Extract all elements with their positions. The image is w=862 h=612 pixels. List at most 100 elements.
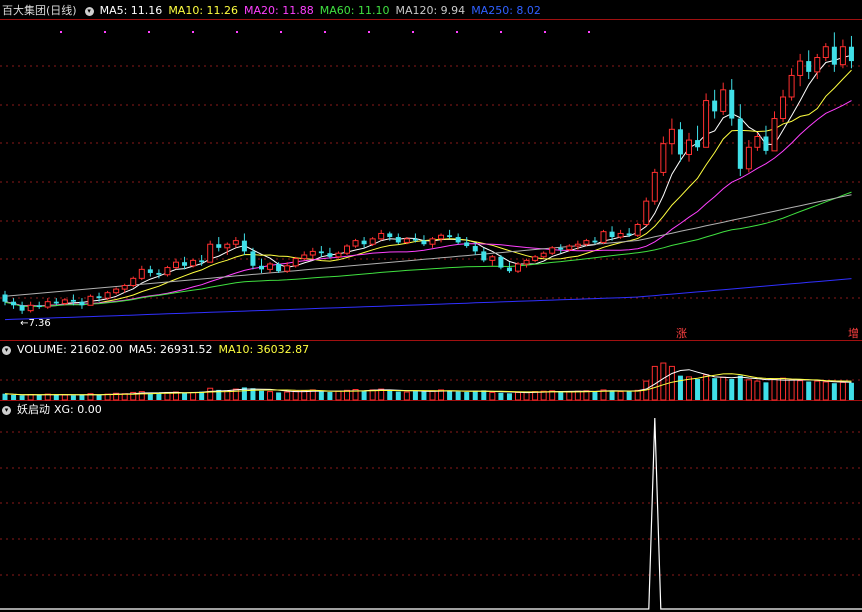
candle-body-down xyxy=(592,240,598,243)
volume-bar-up xyxy=(429,390,436,401)
candle-body-up xyxy=(61,299,68,304)
candle-body-up xyxy=(352,240,359,247)
volume-bar-down xyxy=(182,392,188,400)
candle-body-up xyxy=(822,46,829,58)
candle-body-down xyxy=(250,251,256,266)
volume-bar-up xyxy=(207,387,214,401)
volume-bar-down xyxy=(421,391,427,400)
candle-body-up xyxy=(600,231,607,243)
candle-body-up xyxy=(284,265,291,272)
candle-body-up xyxy=(104,292,111,299)
header-dot xyxy=(192,31,194,33)
volume-bar-up xyxy=(634,389,641,401)
volume-bar-down xyxy=(11,394,17,400)
candle-body-down xyxy=(848,46,854,62)
candle-body-down xyxy=(831,46,837,65)
volume-bar-up xyxy=(617,391,624,401)
candle-body-down xyxy=(506,267,512,272)
candle-body-down xyxy=(318,251,324,254)
volume-bar-down xyxy=(626,391,632,400)
candle-body-up xyxy=(438,234,445,240)
candle-body-down xyxy=(156,272,162,275)
volume-bar-down xyxy=(387,390,393,400)
volume-bar-up xyxy=(301,390,308,401)
volume-bar-down xyxy=(609,390,615,400)
ma20-line xyxy=(4,100,852,307)
volume-bar-up xyxy=(814,380,821,401)
candle-body-up xyxy=(617,232,624,238)
candle-body-down xyxy=(216,244,222,248)
volume-bar-down xyxy=(592,391,598,400)
volume-bar-down xyxy=(498,392,504,400)
volume-bar-down xyxy=(327,392,333,400)
header-dot xyxy=(60,31,62,33)
volume-bar-down xyxy=(147,393,153,400)
candle-body-up xyxy=(378,232,385,240)
candle-body-up xyxy=(771,118,778,152)
candle-body-down xyxy=(19,305,25,311)
volume-bar-down xyxy=(695,379,701,400)
candle-body-down xyxy=(395,237,401,243)
volume-bar-down xyxy=(729,379,735,400)
volume-bars xyxy=(2,362,854,401)
candle-body-down xyxy=(412,238,418,241)
candle-body-down xyxy=(455,237,461,243)
volume-bar-down xyxy=(395,391,401,400)
volume-bar-up xyxy=(788,379,795,401)
volume-bar-down xyxy=(19,395,25,400)
candle-body-up xyxy=(87,295,94,306)
candle-body-up xyxy=(515,263,521,272)
candle-body-down xyxy=(472,246,478,252)
candle-body-up xyxy=(164,267,171,276)
candle-body-up xyxy=(489,256,496,261)
candle-body-up xyxy=(173,261,179,269)
candle-body-up xyxy=(523,259,530,265)
candle-body-down xyxy=(695,140,701,148)
volume-bar-down xyxy=(53,394,59,400)
candle-body-up xyxy=(780,96,787,120)
volume-bar-down xyxy=(481,390,487,400)
candle-body-up xyxy=(745,146,752,170)
candle-body-down xyxy=(241,240,247,252)
candle-body-down xyxy=(147,269,153,273)
candle-body-up xyxy=(369,238,376,245)
candle-body-down xyxy=(464,242,470,247)
volume-bar-down xyxy=(259,390,264,400)
volume-bar-up xyxy=(267,391,274,401)
candle-body-up xyxy=(301,254,308,260)
candle-body-down xyxy=(498,256,504,268)
candle-body-down xyxy=(558,247,564,250)
volume-bar-up xyxy=(703,374,710,401)
candle-body-up xyxy=(754,136,761,148)
volume-bar-down xyxy=(763,382,769,400)
candle-body-down xyxy=(737,118,743,169)
stock-chart: ←7.36 涨 增 xyxy=(0,19,862,610)
volume-bar-up xyxy=(745,379,752,401)
volume-bar-up xyxy=(27,394,34,401)
header-dot xyxy=(280,31,282,33)
candle-body-down xyxy=(387,233,393,238)
volume-bar-down xyxy=(831,383,837,400)
candle-body-down xyxy=(763,136,769,151)
volume-bar-up xyxy=(369,389,376,401)
volume-bar-down xyxy=(455,391,461,400)
candle-body-down xyxy=(327,253,333,257)
zhang-marker: 涨 xyxy=(676,327,687,340)
candle-body-up xyxy=(566,245,573,251)
zeng-marker: 增 xyxy=(848,326,859,340)
candle-body-up xyxy=(224,243,231,249)
volume-bar-down xyxy=(276,392,282,400)
candle-body-up xyxy=(549,247,556,254)
volume-bar-down xyxy=(506,393,512,400)
volume-bar-down xyxy=(96,394,102,400)
candle-body-up xyxy=(27,304,34,312)
volume-bar-down xyxy=(79,394,85,400)
candle-body-up xyxy=(574,243,581,247)
candle-body-up xyxy=(839,46,846,66)
candle-body-up xyxy=(797,60,804,76)
candle-body-up xyxy=(130,277,137,287)
candle-body-down xyxy=(70,299,76,302)
volume-bar-up xyxy=(754,380,761,401)
volume-bar-up xyxy=(292,390,299,401)
annotations: ←7.36 涨 增 xyxy=(20,318,859,340)
